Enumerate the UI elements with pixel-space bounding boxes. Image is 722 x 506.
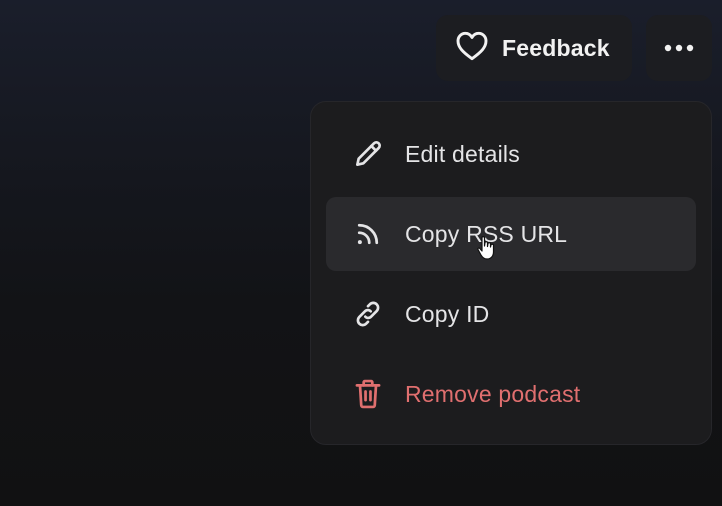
feedback-button[interactable]: Feedback	[436, 15, 632, 81]
menu-item-label: Edit details	[405, 140, 520, 167]
trash-icon	[351, 377, 385, 411]
menu-item-label: Copy ID	[405, 300, 490, 327]
menu-item-remove-podcast[interactable]: Remove podcast	[326, 357, 696, 431]
menu-item-edit-details[interactable]: Edit details	[326, 117, 696, 191]
feedback-label: Feedback	[502, 34, 610, 61]
menu-item-label: Remove podcast	[405, 380, 581, 407]
more-horizontal-icon	[664, 39, 694, 57]
more-options-button[interactable]	[646, 15, 712, 81]
rss-icon	[351, 217, 385, 251]
menu-item-copy-rss-url[interactable]: Copy RSS URL	[326, 197, 696, 271]
top-actions: Feedback	[436, 15, 712, 81]
pencil-icon	[351, 137, 385, 171]
hand-pointer-cursor	[476, 235, 498, 261]
podcast-options-menu: Edit details Copy RSS URL Copy ID Remove…	[310, 101, 712, 445]
heart-icon	[456, 31, 488, 66]
menu-item-copy-id[interactable]: Copy ID	[326, 277, 696, 351]
link-icon	[351, 297, 385, 331]
